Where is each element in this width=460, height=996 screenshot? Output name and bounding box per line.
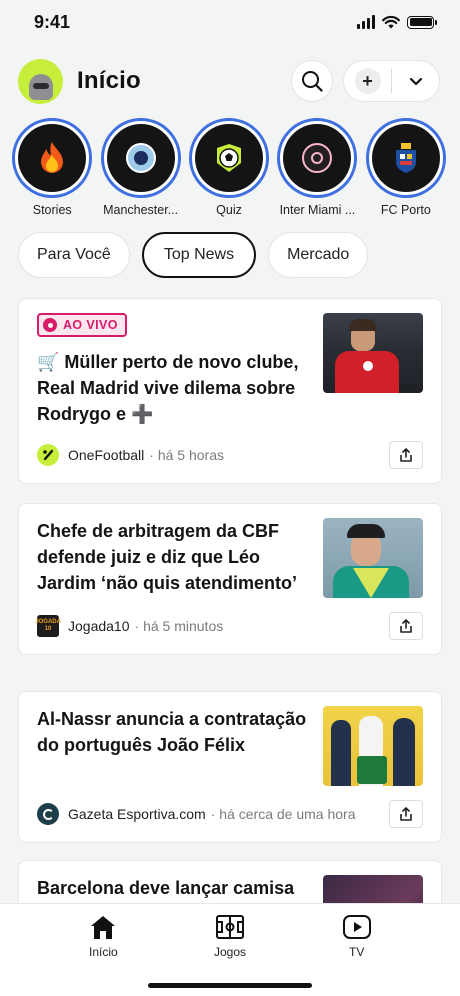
share-button[interactable] [389, 612, 423, 640]
story-label: Stories [32, 203, 72, 217]
header-actions: + [291, 60, 440, 102]
story-inter-miami[interactable]: Inter Miami ... [273, 118, 361, 224]
news-meta: OneFootball · há 5 horas [37, 441, 423, 469]
story-label: Inter Miami ... [279, 203, 356, 217]
tab-top-news[interactable]: Top News [141, 232, 257, 278]
home-indicator [148, 983, 312, 988]
onefootball-logo-icon [37, 444, 59, 466]
fc-porto-crest-icon [395, 143, 416, 173]
story-ring [189, 118, 270, 198]
story-fc-porto[interactable]: FC Porto [362, 118, 450, 224]
news-card[interactable]: AO VIVO 🛒 Müller perto de novo clube, Re… [18, 298, 442, 484]
bottom-nav: Início Jogos TV [0, 903, 460, 996]
news-feed: AO VIVO 🛒 Müller perto de novo clube, Re… [0, 280, 460, 920]
news-thumbnail[interactable] [323, 313, 423, 393]
fire-icon [41, 142, 64, 173]
story-ring [365, 118, 446, 198]
news-headline[interactable]: Al-Nassr anuncia a contratação do portug… [37, 706, 309, 758]
gazeta-esportiva-logo-icon [37, 803, 59, 825]
story-manchester-city[interactable]: Manchester... [96, 118, 184, 224]
nav-inicio[interactable]: Início [40, 904, 167, 996]
news-source[interactable]: OneFootball [68, 447, 144, 463]
wifi-icon [382, 15, 400, 29]
story-label: FC Porto [380, 203, 431, 217]
jogada10-logo-icon: JOGADA 10 [35, 615, 61, 637]
share-button[interactable] [389, 800, 423, 828]
news-time: · há 5 horas [149, 447, 224, 463]
cellular-signal-icon [357, 15, 375, 29]
header: Início + [0, 44, 460, 118]
dropdown-button[interactable] [392, 61, 439, 101]
news-card[interactable]: Chefe de arbitragem da CBF defende juiz … [18, 503, 442, 655]
story-ring [100, 118, 181, 198]
news-headline[interactable]: Barcelona deve lançar camisa [37, 875, 309, 901]
nav-label: Início [88, 945, 118, 959]
battery-icon [407, 15, 437, 29]
news-source[interactable]: Gazeta Esportiva.com [68, 806, 206, 822]
pitch-icon [216, 915, 244, 939]
news-headline[interactable]: Chefe de arbitragem da CBF defende juiz … [37, 518, 309, 596]
chevron-down-icon [409, 77, 422, 85]
story-label: Quiz [216, 203, 242, 217]
page-title: Início [77, 67, 141, 94]
feed-tabs: Para Você Top News Mercado [0, 230, 460, 280]
avatar-figure-icon [28, 73, 53, 100]
status-icons [357, 15, 437, 29]
live-badge: AO VIVO [37, 313, 127, 337]
share-button[interactable] [389, 441, 423, 469]
add-button[interactable]: + [344, 61, 391, 101]
share-icon [400, 448, 412, 462]
nav-label: Jogos [213, 945, 247, 959]
story-stories[interactable]: Stories [8, 118, 96, 224]
nav-label: TV [349, 945, 365, 959]
news-headline[interactable]: 🛒 Müller perto de novo clube, Real Madri… [37, 349, 309, 427]
news-meta: Gazeta Esportiva.com · há cerca de uma h… [37, 800, 423, 828]
search-icon [302, 71, 323, 92]
tab-mercado[interactable]: Mercado [268, 232, 369, 278]
nav-tv[interactable]: TV [293, 904, 420, 996]
news-card[interactable]: Al-Nassr anuncia a contratação do portug… [18, 691, 442, 843]
search-button[interactable] [291, 60, 333, 102]
home-icon [91, 916, 116, 939]
stories-row: Stories Manchester... Quiz Inter Miami .… [0, 118, 460, 224]
live-badge-label: AO VIVO [63, 318, 118, 332]
story-label: Manchester... [103, 203, 179, 217]
news-time: · há cerca de uma hora [210, 806, 356, 822]
story-quiz[interactable]: Quiz [185, 118, 273, 224]
soccer-ball-icon [217, 144, 242, 172]
manchester-city-crest-icon [125, 143, 156, 173]
story-ring [277, 118, 358, 198]
add-menu-button[interactable]: + [343, 60, 440, 102]
status-bar: 9:41 [0, 0, 460, 44]
news-time: · há 5 minutos [134, 618, 224, 634]
tab-para-voce[interactable]: Para Você [18, 232, 130, 278]
news-thumbnail[interactable] [323, 518, 423, 598]
news-meta: JOGADA 10 Jogada10 · há 5 minutos [35, 612, 423, 640]
plus-icon: + [354, 68, 381, 94]
inter-miami-crest-icon [302, 143, 333, 173]
play-icon [342, 915, 371, 939]
status-time: 9:41 [34, 11, 71, 32]
news-thumbnail[interactable] [323, 706, 423, 786]
share-icon [400, 619, 412, 633]
live-dot-icon [43, 318, 57, 332]
news-source[interactable]: Jogada10 [68, 618, 130, 634]
avatar[interactable] [18, 58, 63, 104]
share-icon [400, 807, 412, 821]
story-ring [12, 118, 93, 198]
